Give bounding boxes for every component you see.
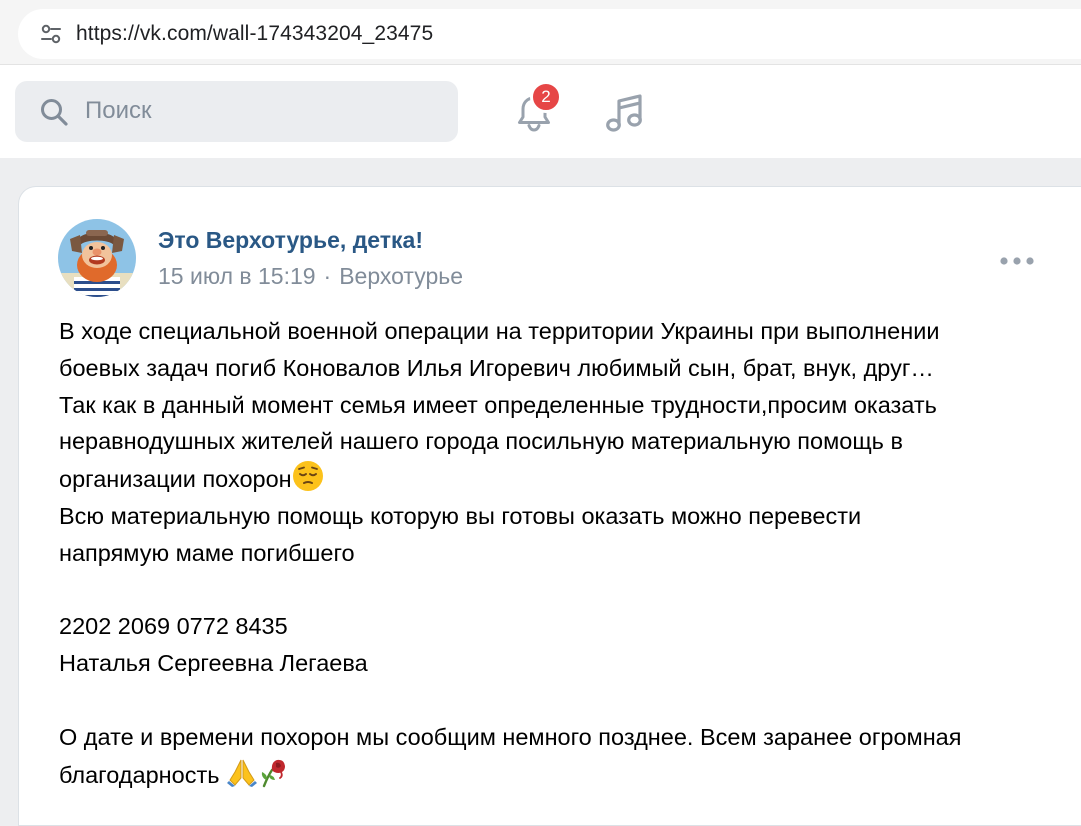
pensive-face-emoji bbox=[292, 461, 323, 492]
recipient-name: Наталья Сергеевна Легаева bbox=[59, 650, 368, 677]
post-text-line: боевых задач погиб Коновалов Илья Игорев… bbox=[59, 354, 934, 381]
url-field[interactable]: https://vk.com/wall-174343204_23475 bbox=[18, 9, 1081, 59]
card-number: 2202 2069 0772 8435 bbox=[59, 613, 288, 640]
more-horizontal-icon[interactable] bbox=[997, 251, 1037, 271]
post-text-fragment: организации похорон bbox=[59, 466, 292, 493]
post-text-line bbox=[59, 682, 1059, 719]
post-text-line-with-emoji: благодарность bbox=[59, 756, 1059, 794]
avatar-image bbox=[58, 219, 136, 297]
post-text-line bbox=[59, 572, 1059, 609]
post-text-line: Так как в данный момент семья имеет опре… bbox=[59, 391, 937, 418]
notification-badge: 2 bbox=[530, 81, 562, 113]
music-button[interactable] bbox=[598, 89, 650, 137]
post-text: В ходе специальной военной операции на т… bbox=[59, 313, 1059, 793]
post-text-line: О дате и времени похорон мы сообщим немн… bbox=[59, 723, 962, 750]
post-text-line: напрямую маме погибшего bbox=[59, 539, 355, 566]
folded-hands-emoji bbox=[226, 759, 257, 787]
post-text-line: неравнодушных жителей нашего города поси… bbox=[59, 428, 903, 455]
post-location-link[interactable]: Верхотурье bbox=[339, 263, 463, 289]
post-author-link[interactable]: Это Верхотурье, детка! bbox=[158, 227, 423, 254]
post-text-line: Всю материальную помощь которую вы готов… bbox=[59, 502, 862, 529]
search-icon bbox=[41, 99, 68, 126]
tune-icon[interactable] bbox=[40, 24, 62, 44]
post-text-fragment: благодарность bbox=[59, 761, 226, 788]
post-text-line-with-emoji: организации похорон bbox=[59, 460, 1059, 498]
author-avatar[interactable] bbox=[58, 219, 136, 297]
wilted-flower-emoji bbox=[261, 759, 285, 787]
music-note-icon bbox=[606, 94, 642, 132]
meta-separator: · bbox=[323, 263, 332, 289]
vk-top-header: 2 bbox=[0, 65, 1081, 158]
wall-post: Это Верхотурье, детка! 15 июл в 15:19 · Ве… bbox=[18, 186, 1081, 826]
post-meta: 15 июл в 15:19 · Верхотурье bbox=[158, 263, 463, 290]
search-box[interactable] bbox=[15, 81, 458, 142]
post-date-link[interactable]: 15 июл в 15:19 bbox=[158, 263, 316, 289]
search-input[interactable] bbox=[85, 93, 445, 129]
post-text-line: В ходе специальной военной операции на т… bbox=[59, 318, 940, 344]
notifications-button[interactable]: 2 bbox=[508, 81, 564, 137]
url-text: https://vk.com/wall-174343204_23475 bbox=[76, 22, 434, 45]
browser-address-bar: https://vk.com/wall-174343204_23475 bbox=[0, 0, 1081, 65]
